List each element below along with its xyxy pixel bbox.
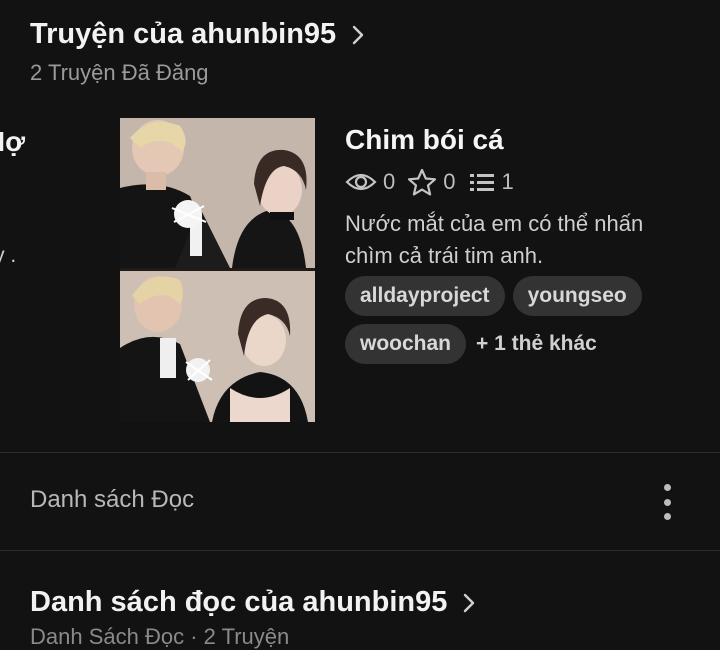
votes-count: 0 [443, 169, 456, 194]
more-tags-label[interactable]: + 1 thẻ khác [476, 324, 597, 364]
stories-section-title: Truyện của ahunbin95 [30, 18, 337, 50]
story-card-previous[interactable]: ó Nợ ư vậy . n [0, 118, 100, 318]
tag-chip[interactable]: youngseo [512, 276, 642, 316]
story-cover-image[interactable] [120, 118, 315, 422]
story-title[interactable]: Chim bói cá [345, 124, 504, 156]
story-tags: alldayproject youngseo woochan + 1 thẻ k… [345, 276, 685, 364]
reading-lists-section-header[interactable]: Danh sách đọc của ahunbin95 [30, 586, 481, 619]
divider [0, 452, 720, 453]
more-options-icon[interactable] [657, 484, 677, 520]
reading-lists-section-title: Danh sách đọc của ahunbin95 [30, 586, 448, 618]
divider [0, 550, 720, 551]
stories-count: 2 Truyện Đã Đăng [30, 60, 209, 85]
reads-count: 0 [383, 169, 396, 194]
chevron-right-icon [464, 593, 475, 612]
story-stats: 0 0 1 [345, 168, 526, 196]
chevron-right-icon [352, 25, 364, 44]
votes-stat: 0 [407, 168, 456, 196]
parts-stat: 1 [468, 169, 514, 195]
tag-chip[interactable]: woochan [345, 324, 467, 364]
story-description: Nước mắt của em có thể nhấn chìm cả trái… [345, 211, 644, 268]
previous-story-title: ó Nợ [0, 126, 26, 157]
stories-section-header[interactable]: Truyện của ahunbin95 [30, 18, 370, 51]
tag-chip[interactable]: alldayproject [345, 276, 505, 316]
star-icon [408, 168, 437, 196]
reads-stat: 0 [345, 169, 395, 195]
previous-story-description: ư vậy . [0, 244, 17, 267]
list-icon [469, 174, 494, 191]
parts-count: 1 [501, 169, 514, 194]
reading-list-label: Danh sách Đọc [30, 486, 195, 513]
reading-lists-count: Danh Sách Đọc · 2 Truyện [30, 624, 290, 649]
eye-icon [345, 173, 377, 191]
